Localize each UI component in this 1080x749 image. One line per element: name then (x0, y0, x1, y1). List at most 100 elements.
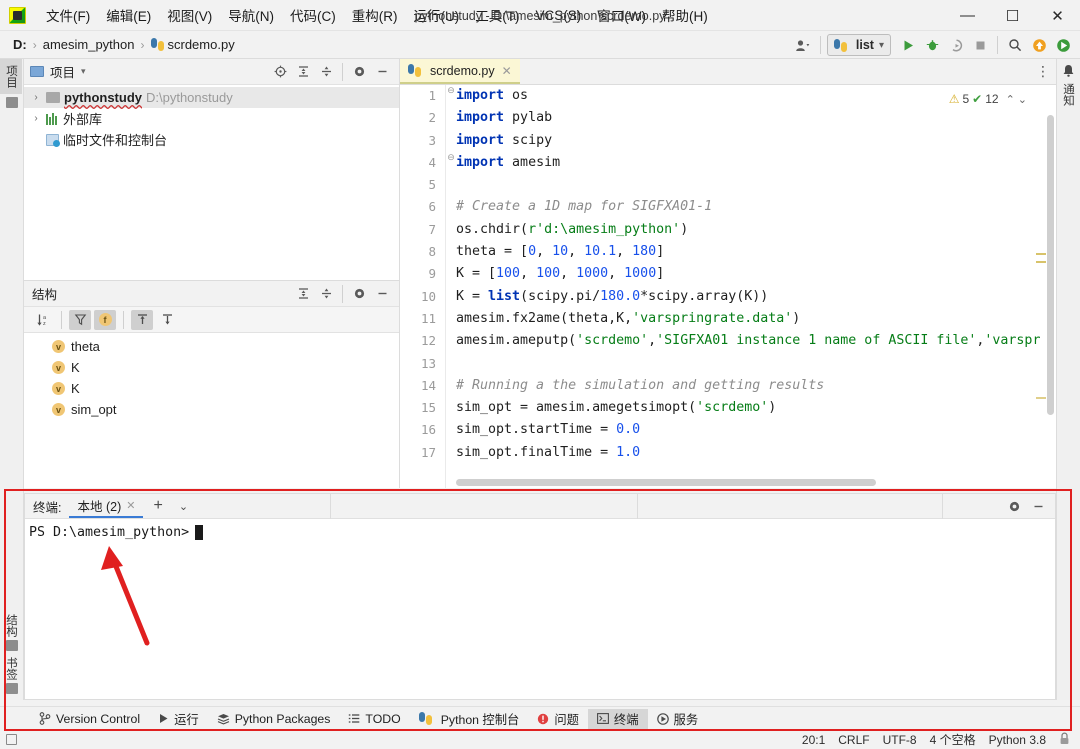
variable-icon-2: v (52, 361, 65, 374)
breadcrumb-drive[interactable]: D: (10, 35, 30, 54)
menu-help[interactable]: 帮助(H) (654, 1, 716, 29)
fold-marker-bottom[interactable]: ⊖ (446, 152, 456, 163)
menu-run[interactable]: 运行(U) (406, 1, 468, 29)
structure-collapse-icon[interactable] (156, 310, 178, 330)
run-coverage-button[interactable] (945, 34, 967, 56)
menu-view[interactable]: 视图(V) (159, 1, 220, 29)
stripe-item-bookmarks[interactable]: 书签 (0, 651, 22, 680)
editor-vertical-scrollbar[interactable] (1047, 115, 1054, 415)
structure-item-k1[interactable]: v K (24, 357, 399, 378)
locate-file-icon[interactable] (269, 61, 291, 83)
line-separator[interactable]: CRLF (838, 733, 869, 747)
terminal-tab-local[interactable]: 本地 (2) ✕ (69, 494, 143, 518)
collapse-all-icon[interactable] (315, 61, 337, 83)
hide-panel-icon[interactable] (371, 61, 393, 83)
add-terminal-icon[interactable]: + (143, 494, 172, 518)
project-window-icon (30, 66, 44, 77)
project-panel-title-group[interactable]: 项目 ▾ (30, 62, 86, 81)
stop-button[interactable] (969, 34, 991, 56)
caret-position[interactable]: 20:1 (802, 733, 825, 747)
variable-icon: v (52, 340, 65, 353)
tree-node-pythonstudy[interactable]: › pythonstudy D:\pythonstudy (24, 87, 399, 108)
chevron-down-icon[interactable]: ▾ (81, 66, 86, 77)
menu-tools[interactable]: 工具(T) (467, 1, 527, 29)
fold-marker-top[interactable]: ⊖ (446, 85, 456, 96)
menu-vcs[interactable]: VCS(S) (528, 4, 590, 27)
run-button[interactable] (897, 34, 919, 56)
lock-icon[interactable] (1059, 732, 1070, 748)
debug-button[interactable] (921, 34, 943, 56)
hide-panel-icon-structure[interactable] (371, 283, 393, 305)
terminal-header-divider-3 (942, 494, 943, 519)
indent-setting[interactable]: 4 个空格 (930, 731, 976, 748)
editor-horizontal-scrollbar[interactable] (456, 479, 876, 486)
structure-item-k2[interactable]: v K (24, 378, 399, 399)
menu-edit[interactable]: 编辑(E) (98, 1, 159, 29)
run-anything-icon[interactable] (1052, 34, 1074, 56)
structure-item-theta[interactable]: v theta (24, 336, 399, 357)
previous-problem-icon[interactable]: ⌃ (1006, 93, 1015, 106)
close-icon[interactable]: ✕ (502, 64, 512, 78)
settings-icon-terminal[interactable] (1003, 495, 1025, 517)
toolwindow-terminal[interactable]: 终端 (588, 709, 648, 729)
menu-refactor[interactable]: 重构(R) (344, 1, 406, 29)
collapse-all-icon-structure[interactable] (315, 283, 337, 305)
tree-node-scratches[interactable]: 临时文件和控制台 (24, 129, 399, 150)
menu-file[interactable]: 文件(F) (38, 1, 98, 29)
window-close-button[interactable]: ✕ (1035, 0, 1080, 31)
sort-alphabetically-icon[interactable]: a z (32, 310, 54, 330)
settings-icon-structure[interactable] (348, 283, 370, 305)
update-project-icon[interactable] (1028, 34, 1050, 56)
python-interpreter[interactable]: Python 3.8 (989, 733, 1046, 747)
close-icon-terminal[interactable]: ✕ (126, 499, 135, 512)
structure-expand-icon[interactable] (131, 310, 153, 330)
filter-icon[interactable] (69, 310, 91, 330)
menu-window[interactable]: 窗口(W) (589, 1, 654, 29)
window-maximize-button[interactable]: ☐ (990, 0, 1035, 31)
toolwindow-python-console[interactable]: Python 控制台 (410, 709, 529, 729)
breadcrumb-folder[interactable]: amesim_python (40, 35, 138, 54)
toolwindow-problems[interactable]: 问题 (528, 709, 588, 729)
toolwindow-python-packages[interactable]: Python Packages (208, 709, 340, 729)
code-editor[interactable]: 1 2 3 4 5 6 7 8 9 10 11 12 13 14 15 16 1… (400, 85, 1056, 488)
widget-placeholder-icon[interactable] (6, 734, 17, 745)
next-problem-icon[interactable]: ⌄ (1018, 93, 1027, 106)
structure-item-label-3: K (71, 381, 80, 396)
chevron-right-icon-2[interactable]: › (30, 113, 42, 124)
chevron-right-icon[interactable]: › (30, 92, 42, 103)
run-configuration-selector[interactable]: list ▾ (827, 34, 891, 56)
toolwindow-run[interactable]: 运行 (149, 709, 208, 729)
editor-tab-bar: scrdemo.py ✕ ⋮ (400, 59, 1056, 85)
window-minimize-button[interactable]: — (945, 0, 990, 31)
account-icon[interactable] (792, 34, 814, 56)
toolwindow-todo[interactable]: TODO (339, 709, 409, 729)
expand-all-icon-structure[interactable] (292, 283, 314, 305)
search-icon[interactable] (1004, 34, 1026, 56)
structure-panel-actions (292, 283, 393, 305)
editor-tab-scrdemo[interactable]: scrdemo.py ✕ (400, 59, 520, 84)
expand-all-icon[interactable] (292, 61, 314, 83)
settings-icon[interactable] (348, 61, 370, 83)
marker-warning-3 (1036, 397, 1046, 399)
tree-node-external-libraries[interactable]: › 外部库 (24, 108, 399, 129)
line-number: 7 (400, 219, 445, 241)
stripe-item-structure[interactable]: 结构 (0, 608, 22, 637)
menu-navigate[interactable]: 导航(N) (220, 1, 282, 29)
stripe-item-notifications[interactable]: 通知 (1057, 81, 1079, 112)
code-line: sim_opt.startTime = 0.0 (456, 419, 1056, 441)
terminal-output[interactable]: PS D:\amesim_python> (25, 519, 1055, 699)
structure-item-sim-opt[interactable]: v sim_opt (24, 399, 399, 420)
editor-tab-options-icon[interactable]: ⋮ (1036, 59, 1056, 84)
file-encoding[interactable]: UTF-8 (883, 733, 917, 747)
terminal-tab-label: 本地 (2) (77, 496, 121, 515)
show-fields-icon[interactable]: f (94, 310, 116, 330)
terminal-dropdown-icon[interactable]: ⌄ (173, 494, 194, 518)
toolwindow-services[interactable]: 服务 (648, 709, 708, 729)
stripe-item-project[interactable]: 项目 (0, 59, 22, 94)
inspection-widget[interactable]: ⚠ 5 ✔ 12 ⌃ ⌄ (946, 91, 1030, 107)
toolwindow-version-control[interactable]: Version Control (30, 709, 149, 729)
breadcrumb-file[interactable]: scrdemo.py (148, 35, 238, 54)
hide-panel-icon-terminal[interactable] (1027, 495, 1049, 517)
notifications-bell-icon[interactable] (1057, 59, 1080, 81)
menu-code[interactable]: 代码(C) (282, 1, 344, 29)
